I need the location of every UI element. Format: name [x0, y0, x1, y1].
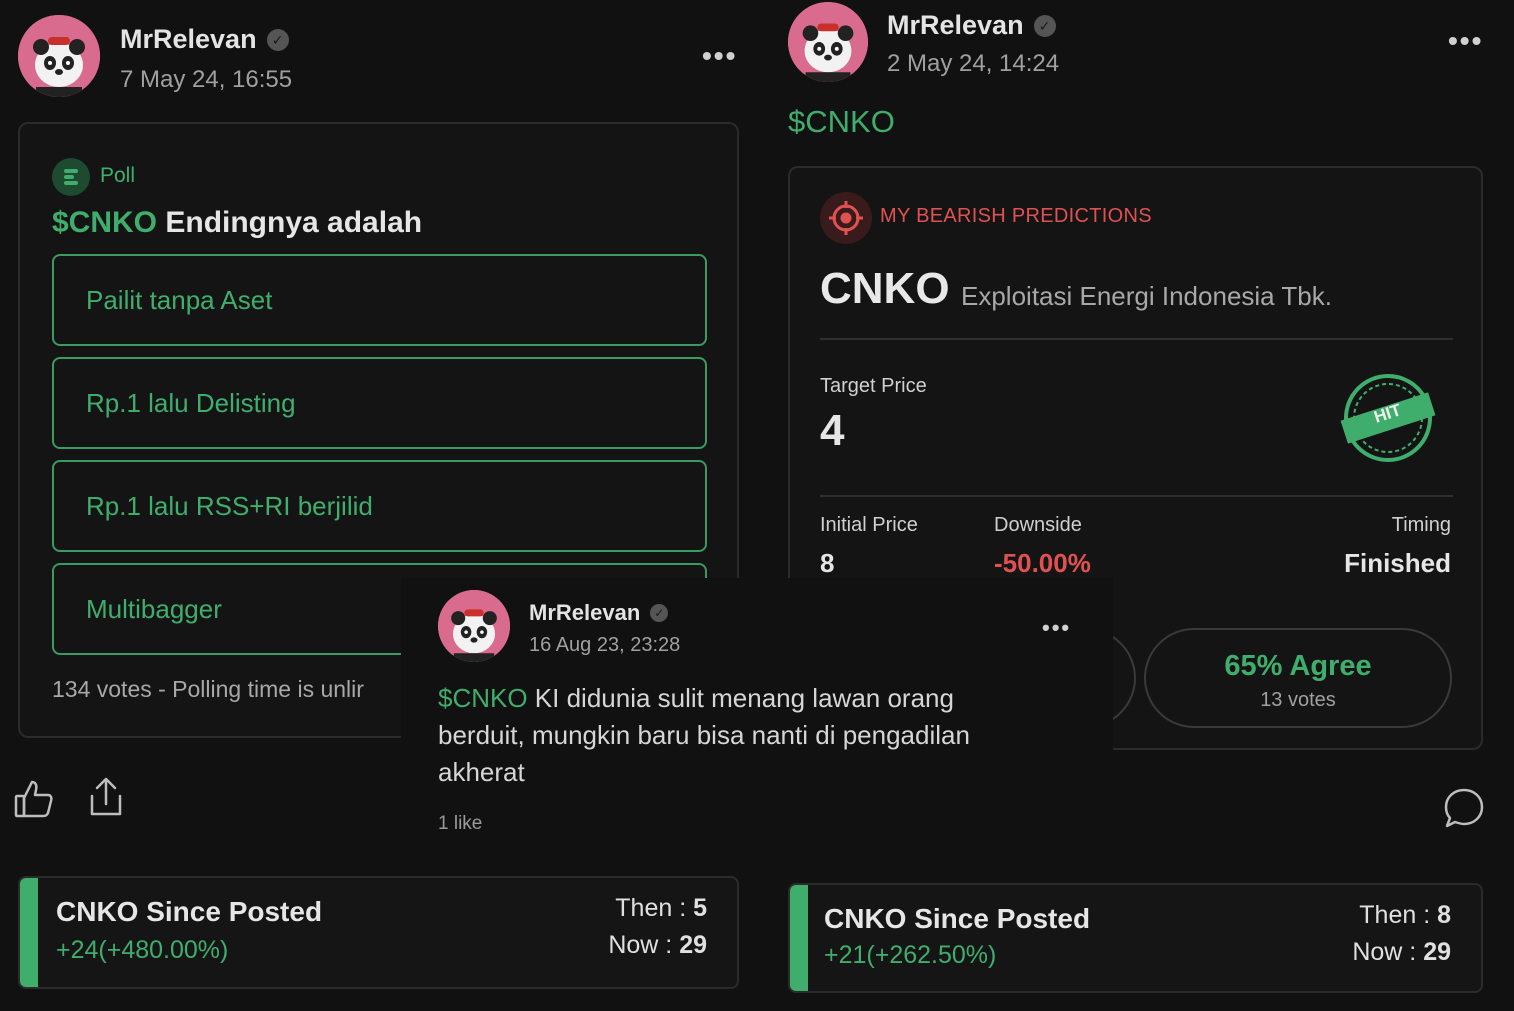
poll-question: $CNKO Endingnya adalah	[52, 206, 422, 240]
post-date: 16 Aug 23, 23:28	[529, 634, 681, 656]
now-value: 29	[679, 931, 707, 959]
post-date: 7 May 24, 16:55	[120, 66, 293, 93]
since-posted-card[interactable]: CNKO Since Posted +24(+480.00%) Then : 5…	[18, 876, 739, 989]
avatar[interactable]	[438, 590, 510, 662]
avatar[interactable]	[788, 2, 868, 82]
thumbs-up-icon[interactable]	[14, 778, 54, 820]
verified-check-icon: ✓	[1033, 14, 1056, 37]
downside-value: -50.00%	[994, 548, 1091, 578]
post-text: $CNKO KI didunia sulit menang lawan oran…	[438, 680, 1078, 791]
poll-option[interactable]: Rp.1 lalu RSS+RI berjilid	[52, 460, 707, 552]
share-icon[interactable]	[88, 776, 124, 818]
more-dots-icon[interactable]: •••	[1448, 25, 1483, 57]
ticker-link[interactable]: $CNKO	[438, 683, 528, 713]
timing-value: Finished	[1344, 548, 1451, 578]
accent-bar	[790, 885, 808, 991]
agree-votes: 13 votes	[1260, 689, 1336, 711]
post-text-line: KI didunia sulit menang lawan orang	[527, 683, 954, 713]
verified-check-icon: ✓	[266, 28, 289, 51]
since-posted-prices: Then : 8 Now : 29	[1352, 897, 1451, 971]
since-posted-change: +24(+480.00%)	[56, 936, 229, 964]
verified-check-icon: ✓	[650, 604, 669, 622]
then-value: 8	[1437, 901, 1451, 929]
since-posted-card[interactable]: CNKO Since Posted +21(+262.50%) Then : 8…	[788, 883, 1483, 993]
accent-bar	[20, 878, 38, 987]
post-text-line: akherat	[438, 757, 525, 787]
target-price-label: Target Price	[820, 375, 927, 397]
target-icon	[820, 192, 872, 244]
poll-ticker[interactable]: $CNKO	[52, 206, 157, 239]
likes-count[interactable]: 1 like	[438, 813, 482, 835]
poll-footer: 134 votes - Polling time is unlir	[52, 676, 364, 702]
now-label: Now :	[1352, 938, 1424, 966]
username[interactable]: MrRelevan ✓	[120, 24, 289, 55]
initial-price-label: Initial Price	[820, 514, 918, 536]
since-posted-title: CNKO Since Posted	[56, 896, 323, 927]
hit-stamp-icon: HIT	[1338, 370, 1438, 465]
comment-icon[interactable]	[1442, 786, 1486, 830]
poll-option[interactable]: Rp.1 lalu Delisting	[52, 357, 707, 449]
poll-tag: Poll	[100, 164, 136, 187]
then-value: 5	[693, 894, 707, 922]
downside-label: Downside	[994, 514, 1082, 536]
now-label: Now :	[608, 931, 680, 959]
company-name: Exploitasi Energi Indonesia Tbk.	[961, 281, 1332, 311]
then-label: Then :	[1359, 901, 1438, 929]
poll-option[interactable]: Pailit tanpa Aset	[52, 254, 707, 346]
since-posted-prices: Then : 5 Now : 29	[608, 890, 707, 964]
username[interactable]: MrRelevan ✓	[887, 10, 1056, 41]
since-posted-change: +21(+262.50%)	[824, 941, 997, 969]
more-dots-icon[interactable]: •••	[702, 40, 737, 72]
prediction-badge: MY BEARISH PREDICTIONS	[880, 205, 1152, 227]
agree-button[interactable]: 65% Agree 13 votes	[1144, 628, 1452, 728]
stock-code: CNKO	[820, 264, 950, 313]
ticker-link[interactable]: $CNKO	[788, 104, 895, 140]
overlay-post[interactable]: MrRelevan ✓ 16 Aug 23, 23:28 ••• $CNKO K…	[401, 578, 1113, 848]
divider	[820, 495, 1453, 497]
since-posted-title: CNKO Since Posted	[824, 903, 1091, 934]
poll-icon	[52, 158, 90, 196]
target-price-value: 4	[820, 406, 845, 455]
initial-price-value: 8	[820, 548, 835, 578]
post-text-line: berduit, mungkin baru bisa nanti di peng…	[438, 720, 970, 750]
now-value: 29	[1423, 938, 1451, 966]
username[interactable]: MrRelevan ✓	[529, 600, 669, 626]
post-date: 2 May 24, 14:24	[887, 50, 1060, 77]
divider	[820, 338, 1453, 340]
agree-label: 65% Agree	[1224, 650, 1372, 682]
then-label: Then :	[615, 894, 694, 922]
username-text: MrRelevan	[529, 600, 641, 625]
poll-question-text: Endingnya adalah	[165, 206, 423, 239]
timing-label: Timing	[1391, 514, 1451, 536]
more-dots-icon[interactable]: •••	[1042, 615, 1071, 641]
avatar[interactable]	[18, 15, 100, 97]
username-text: MrRelevan	[120, 24, 257, 54]
username-text: MrRelevan	[887, 10, 1024, 40]
